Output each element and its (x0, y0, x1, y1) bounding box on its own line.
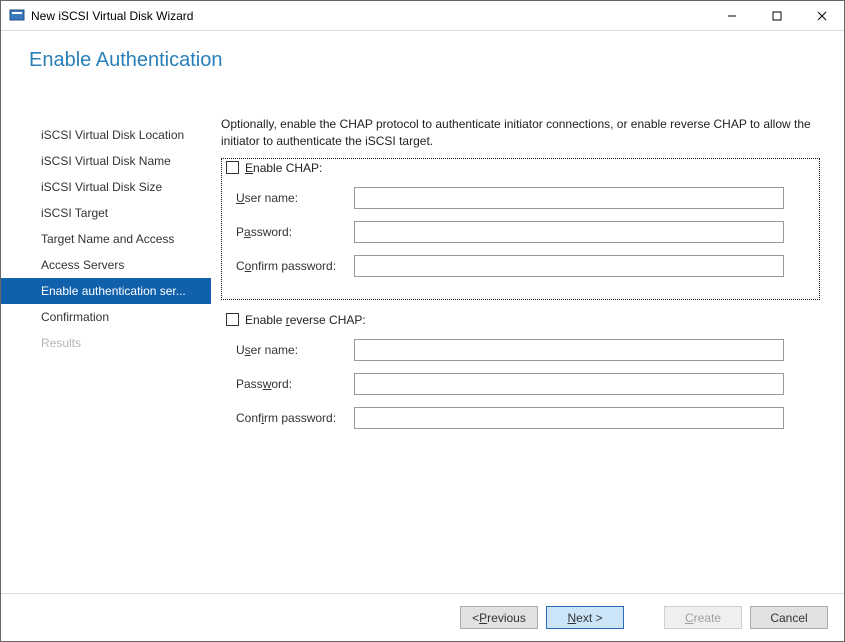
chap-user-input[interactable] (354, 187, 784, 209)
enable-chap-row[interactable]: Enable CHAP: (226, 161, 815, 175)
reverse-user-input[interactable] (354, 339, 784, 361)
chap-user-label: User name: (236, 191, 354, 205)
enable-reverse-chap-checkbox[interactable] (226, 313, 239, 326)
close-button[interactable] (799, 2, 844, 30)
maximize-button[interactable] (754, 2, 799, 30)
reverse-chap-group: Enable reverse CHAP: User name: Password… (221, 310, 820, 452)
page-header: Enable Authentication (1, 31, 844, 111)
enable-chap-checkbox[interactable] (226, 161, 239, 174)
chap-confirm-row: Confirm password: (226, 255, 815, 277)
next-button[interactable]: Next > (546, 606, 624, 629)
chap-confirm-label: Confirm password: (236, 259, 354, 273)
wizard-steps: iSCSI Virtual Disk Location iSCSI Virtua… (1, 112, 211, 593)
chap-pass-input[interactable] (354, 221, 784, 243)
enable-reverse-chap-row[interactable]: Enable reverse CHAP: (226, 313, 815, 327)
wizard-window: New iSCSI Virtual Disk Wizard Enable Aut… (0, 0, 845, 642)
reverse-confirm-row: Confirm password: (226, 407, 815, 429)
create-button: Create (664, 606, 742, 629)
step-size[interactable]: iSCSI Virtual Disk Size (1, 174, 211, 200)
reverse-pass-label: Password: (236, 377, 354, 391)
app-icon (9, 8, 25, 24)
previous-button[interactable]: < Previous (460, 606, 538, 629)
page-title: Enable Authentication (29, 49, 844, 72)
chap-group: Enable CHAP: User name: Password: Confir… (221, 158, 820, 300)
reverse-pass-row: Password: (226, 373, 815, 395)
cancel-button[interactable]: Cancel (750, 606, 828, 629)
step-access-servers[interactable]: Access Servers (1, 252, 211, 278)
reverse-user-label: User name: (236, 343, 354, 357)
chap-pass-row: Password: (226, 221, 815, 243)
step-confirmation[interactable]: Confirmation (1, 304, 211, 330)
step-target[interactable]: iSCSI Target (1, 200, 211, 226)
chap-pass-label: Password: (236, 225, 354, 239)
main-area: iSCSI Virtual Disk Location iSCSI Virtua… (1, 111, 844, 593)
step-results: Results (1, 330, 211, 356)
chap-user-row: User name: (226, 187, 815, 209)
step-location[interactable]: iSCSI Virtual Disk Location (1, 122, 211, 148)
enable-reverse-chap-label: Enable reverse CHAP: (245, 313, 366, 327)
titlebar: New iSCSI Virtual Disk Wizard (1, 1, 844, 31)
reverse-pass-input[interactable] (354, 373, 784, 395)
step-target-name[interactable]: Target Name and Access (1, 226, 211, 252)
footer: < Previous Next > Create Cancel (1, 593, 844, 641)
minimize-button[interactable] (709, 2, 754, 30)
chap-confirm-input[interactable] (354, 255, 784, 277)
step-enable-auth[interactable]: Enable authentication ser... (1, 278, 211, 304)
enable-chap-label: Enable CHAP: (245, 161, 322, 175)
window-title: New iSCSI Virtual Disk Wizard (31, 9, 709, 23)
reverse-confirm-input[interactable] (354, 407, 784, 429)
reverse-user-row: User name: (226, 339, 815, 361)
step-name[interactable]: iSCSI Virtual Disk Name (1, 148, 211, 174)
reverse-confirm-label: Confirm password: (236, 411, 354, 425)
page-description: Optionally, enable the CHAP protocol to … (221, 116, 820, 150)
content-area: Optionally, enable the CHAP protocol to … (211, 112, 844, 593)
